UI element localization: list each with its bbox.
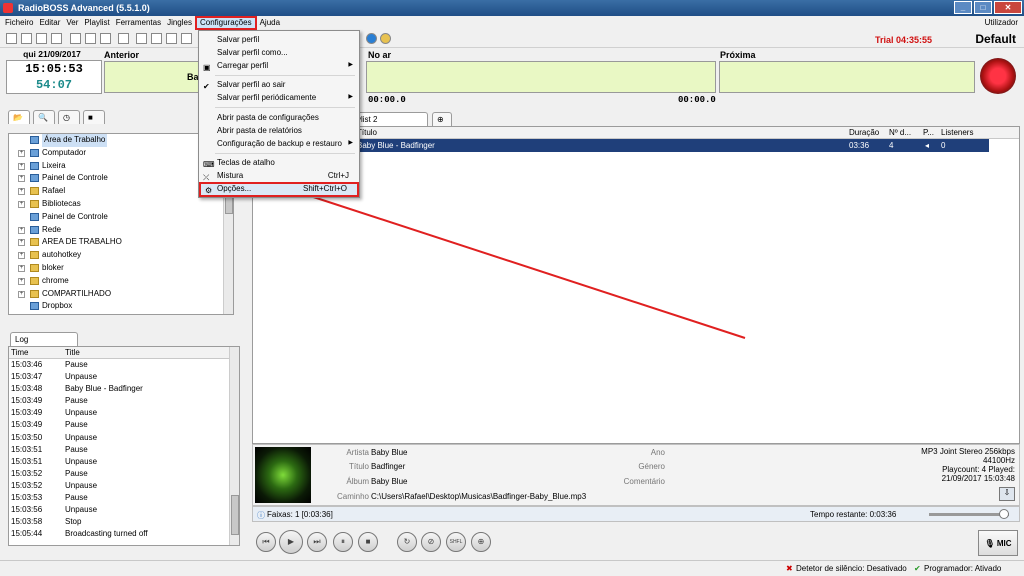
configuracoes-dropdown: Salvar perfil Salvar perfil como... ▣ Car… (198, 30, 360, 198)
profile-icon: ▣ (203, 63, 211, 72)
menu-item-backup-restauro[interactable]: Configuração de backup e restauro ▶ (199, 137, 359, 150)
menu-item-abrir-pasta-relatorios[interactable]: Abrir pasta de relatórios (199, 124, 359, 137)
menu-item-salvar-perfil-como[interactable]: Salvar perfil como... (199, 46, 359, 59)
menu-item-carregar-perfil[interactable]: ▣ Carregar perfil ▶ (199, 59, 359, 72)
menu-item-teclas-atalho[interactable]: ⌨ Teclas de atalho (199, 156, 359, 169)
menu-item-mistura[interactable]: ⤫ Mistura Ctrl+J (199, 169, 359, 182)
menu-item-salvar-perfil-periodicamente[interactable]: Salvar perfil periódicamente ▶ (199, 91, 359, 104)
gear-icon: ⚙ (205, 186, 213, 195)
menu-item-opcoes[interactable]: ⚙ Opções... Shift+Ctrl+O (199, 182, 359, 197)
menu-item-abrir-pasta-configuracoes[interactable]: Abrir pasta de configurações (199, 111, 359, 124)
menu-item-salvar-perfil-ao-sair[interactable]: ✔ Salvar perfil ao sair (199, 78, 359, 91)
menu-item-salvar-perfil[interactable]: Salvar perfil (199, 33, 359, 46)
annotation-arrow (292, 186, 746, 339)
